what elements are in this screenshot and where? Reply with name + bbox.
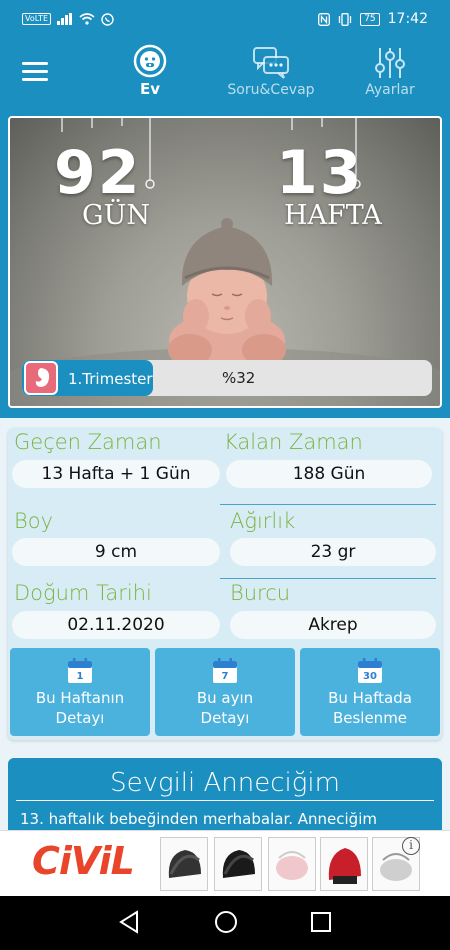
remaining-label: Kalan Zaman [224, 430, 363, 454]
divider-1 [220, 504, 436, 505]
nutrition-line2: Beslenme [332, 709, 408, 727]
remaining-value: 188 Gün [226, 460, 432, 488]
home-circle-icon[interactable] [214, 910, 238, 934]
ad-banner[interactable]: CiViL i [0, 830, 450, 896]
ad-product-car-seat-red[interactable] [320, 837, 368, 891]
week-detail-line2: Detayı [55, 709, 105, 727]
calendar-icon: 30 [358, 658, 382, 683]
ad-product-bouncer-pink[interactable] [268, 837, 316, 891]
ad-product-car-seat-1[interactable] [160, 837, 208, 891]
tab-settings[interactable]: Ayarlar [360, 46, 420, 98]
calendar-icon: 1 [68, 658, 92, 683]
svg-text:1: 1 [77, 671, 84, 682]
week-detail-line1: Bu Haftanın [35, 689, 125, 707]
ad-brand-logo: CiViL [32, 839, 135, 883]
chat-bubbles-icon [253, 47, 289, 79]
message-text: 13. haftalık bebeğinden merhabalar. Anne… [20, 810, 377, 828]
status-right: 75 17:42 [318, 11, 428, 27]
tab-settings-label: Ayarlar [365, 82, 415, 98]
tab-home-label: Ev [139, 80, 161, 98]
status-time: 17:42 [387, 11, 428, 27]
baby-face-icon [133, 44, 167, 78]
message-divider [16, 800, 434, 801]
svg-text:30: 30 [363, 671, 377, 682]
zodiac-label: Burcu [230, 581, 291, 605]
tab-qa[interactable]: Soru&Cevap [224, 46, 318, 98]
svg-text:7: 7 [222, 671, 229, 682]
ad-info-icon[interactable]: i [402, 837, 420, 855]
nutrition-line1: Bu Haftada [328, 689, 412, 707]
hero-section: 92 GÜN 13 HAFTA 1.Trimester %32 [0, 108, 450, 418]
volte-icon: VoLTE [22, 13, 52, 25]
hero-image: 92 GÜN 13 HAFTA 1.Trimester %32 [8, 116, 442, 408]
message-card[interactable]: Sevgili Anneciğim 13. haftalık bebeğinde… [8, 758, 442, 838]
days-value: 92 [54, 138, 142, 208]
app-bar: Ev Soru&Cevap Ayarlar [0, 38, 450, 108]
vibrate-icon [339, 12, 352, 26]
back-icon[interactable] [118, 910, 140, 934]
month-detail-button[interactable]: 7 Bu ayın Detayı [155, 648, 295, 736]
weeks-label: HAFTA [284, 200, 382, 231]
tab-home[interactable]: Ev [125, 44, 175, 98]
elapsed-label: Geçen Zaman [14, 430, 162, 454]
nutrition-button[interactable]: 30 Bu Haftada Beslenme [300, 648, 440, 736]
tab-qa-label: Soru&Cevap [227, 82, 315, 98]
status-bar: VoLTE 75 17:42 [0, 0, 450, 38]
weight-value: 23 gr [230, 538, 436, 566]
status-left: VoLTE [22, 12, 114, 26]
sliders-icon [375, 48, 405, 78]
week-detail-button[interactable]: 1 Bu Haftanın Detayı [10, 648, 150, 736]
calendar-icon: 7 [213, 658, 237, 683]
zodiac-value: Akrep [230, 611, 436, 639]
birth-date-label: Doğum Tarihi [14, 581, 152, 605]
info-card: Geçen Zaman Kalan Zaman 13 Hafta + 1 Gün… [8, 428, 442, 740]
days-label: GÜN [82, 200, 150, 231]
system-nav-bar [0, 896, 450, 950]
whatsapp-icon [101, 12, 114, 26]
weight-label: Ağırlık [230, 509, 296, 533]
fetus-icon [24, 361, 58, 395]
message-title: Sevgili Anneciğim [110, 768, 340, 798]
weeks-value: 13 [276, 138, 364, 208]
trimester-percent: %32 [222, 369, 256, 387]
menu-icon[interactable] [22, 62, 48, 82]
divider-2 [220, 578, 436, 579]
signal-icon [57, 13, 73, 25]
trimester-label: 1.Trimester [68, 370, 153, 388]
month-detail-line2: Detayı [200, 709, 250, 727]
height-label: Boy [14, 509, 54, 533]
battery-icon: 75 [360, 12, 380, 26]
elapsed-value: 13 Hafta + 1 Gün [12, 460, 220, 488]
ad-product-car-seat-2[interactable] [214, 837, 262, 891]
wifi-icon [79, 13, 95, 25]
month-detail-line1: Bu ayın [196, 689, 254, 707]
recents-icon[interactable] [310, 910, 332, 934]
nfc-icon [318, 12, 331, 26]
height-value: 9 cm [12, 538, 220, 566]
birth-date-value: 02.11.2020 [12, 611, 220, 639]
trimester-progress: 1.Trimester %32 [22, 360, 432, 396]
